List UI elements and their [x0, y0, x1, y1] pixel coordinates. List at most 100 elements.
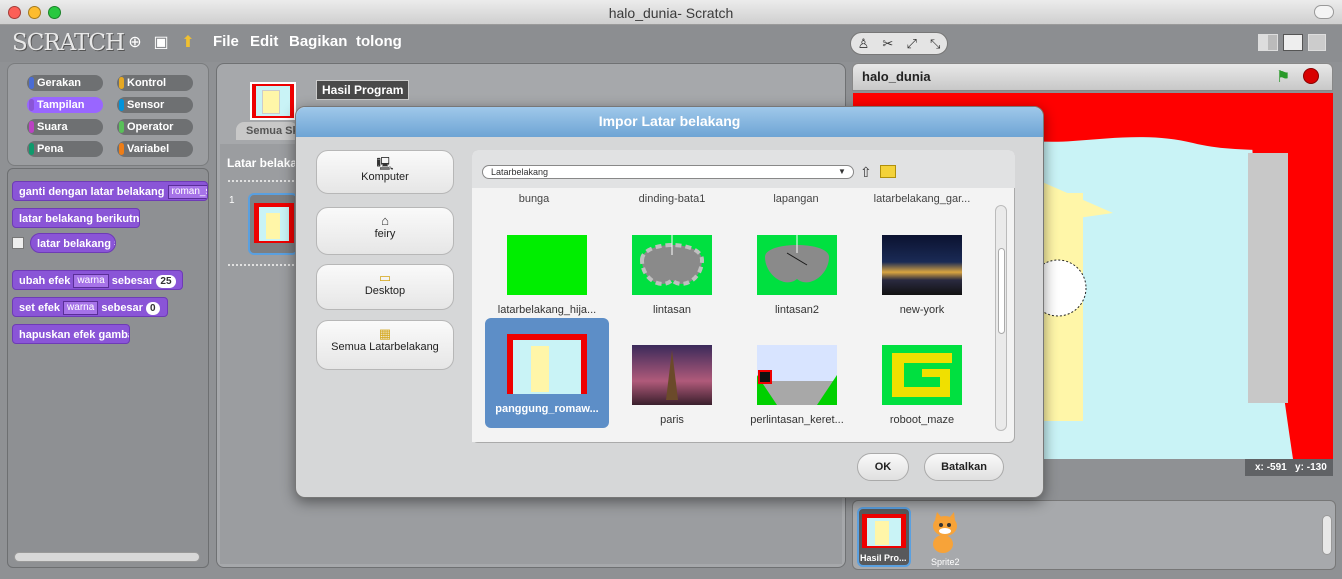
block-set-effect[interactable]: set efek warna sebesar 0 [12, 297, 168, 317]
file-label: lintasan [653, 304, 691, 316]
chevron-down-icon[interactable]: ▼ [834, 166, 850, 178]
file-item[interactable]: perlintasan_keret... [735, 329, 859, 437]
category-control[interactable]: Kontrol [117, 75, 193, 91]
file-label: perlintasan_keret... [750, 414, 844, 426]
sidebar-item-home[interactable]: ⌂ feiry [316, 207, 454, 255]
sidebar-label: feiry [374, 228, 396, 240]
stage-tools: ♙ ✂ ⤢ ⤡ [850, 32, 948, 55]
sprite-thumb-cat[interactable] [925, 512, 965, 556]
file-thumbnail [882, 345, 962, 405]
file-item[interactable]: roboot_maze [860, 329, 984, 437]
ok-button[interactable]: OK [857, 453, 909, 481]
category-pen[interactable]: Pena [27, 141, 103, 157]
file-item-selected[interactable]: panggung_romaw... [485, 318, 609, 428]
file-item[interactable]: new-york [860, 219, 984, 327]
category-label: Gerakan [37, 77, 82, 89]
block-change-effect[interactable]: ubah efek warna sebesar 25 [12, 270, 183, 290]
block-label: latar belakang # [37, 238, 116, 250]
menu-share[interactable]: Bagikan [289, 33, 347, 50]
effect-dropdown[interactable]: warna [63, 301, 99, 316]
block-switch-background[interactable]: ganti dengan latar belakang roman_stag [12, 181, 208, 201]
menu-help[interactable]: tolong [356, 33, 402, 50]
palette-scrollbar[interactable] [14, 552, 200, 562]
globe-icon[interactable]: ⊕ [125, 33, 145, 53]
category-looks[interactable]: Tampilan [27, 97, 103, 113]
file-label: lintasan2 [774, 304, 820, 316]
file-item[interactable]: latarbelakang_hija... [485, 219, 609, 327]
menu-edit[interactable]: Edit [250, 33, 278, 50]
new-folder-icon[interactable] [880, 165, 896, 178]
y-value: -130 [1306, 462, 1327, 473]
effect-dropdown[interactable]: warna [73, 274, 109, 289]
x-label: x: [1255, 462, 1264, 473]
category-operators[interactable]: Operator [117, 119, 193, 135]
green-flag-icon[interactable]: ⚑ [1276, 67, 1290, 87]
stamp-icon[interactable]: ♙ [858, 36, 870, 52]
blocks-palette [7, 168, 209, 568]
sprite-library-scrollbar[interactable] [1322, 515, 1332, 555]
block-label: sebesar [111, 275, 154, 287]
category-swatch [119, 99, 124, 111]
effect-amount-input[interactable]: 25 [156, 274, 176, 288]
shrink-icon[interactable]: ⤡ [930, 36, 940, 52]
background-thumbnail[interactable] [248, 193, 298, 255]
category-sensing[interactable]: Sensor [117, 97, 193, 113]
share-icon[interactable]: ⬆ [178, 33, 198, 53]
file-thumbnail [757, 235, 837, 295]
normal-stage-mode-button[interactable] [1283, 34, 1303, 51]
file-label[interactable]: dinding-bata1 [602, 193, 742, 205]
category-label: Variabel [127, 143, 170, 155]
file-label[interactable]: bunga [472, 193, 596, 205]
menu-file[interactable]: File [213, 33, 239, 50]
background-number-checkbox[interactable] [12, 237, 24, 249]
cat-sprite-icon [933, 512, 957, 553]
file-thumbnail [632, 235, 712, 295]
sidebar-item-all-backgrounds[interactable]: ▦ Semua Latarbelakang [316, 320, 454, 370]
file-label[interactable]: latarbelakang_gar... [847, 193, 992, 205]
cancel-button[interactable]: Batalkan [924, 453, 1004, 481]
block-label: ubah efek [19, 275, 71, 287]
folder-icon: ▭ [378, 270, 392, 285]
file-grid: bunga dinding-bata1 lapangan latarbelaka… [472, 188, 992, 442]
category-swatch [29, 77, 34, 89]
backgrounds-icon: ▦ [378, 326, 392, 341]
y-label: y: [1295, 462, 1304, 473]
sidebar-label: Semua Latarbelakang [331, 341, 439, 353]
folder-select[interactable]: Latarbelakang [482, 165, 854, 179]
category-motion[interactable]: Gerakan [27, 75, 103, 91]
sprite-name-field[interactable]: Hasil Program [316, 80, 410, 100]
file-label[interactable]: lapangan [734, 193, 858, 205]
dialog-title: Impor Latar belakang [598, 113, 741, 129]
up-folder-icon[interactable]: ⇧ [860, 164, 872, 181]
scissors-icon[interactable]: ✂ [882, 36, 893, 52]
block-label: ganti dengan latar belakang [19, 186, 165, 198]
block-next-background[interactable]: latar belakang berikutnya [12, 208, 140, 228]
presentation-mode-button[interactable] [1308, 34, 1326, 51]
scrollbar-thumb[interactable] [998, 248, 1005, 334]
background-dropdown[interactable]: roman_stag [167, 185, 207, 200]
sidebar-item-desktop[interactable]: ▭ Desktop [316, 264, 454, 310]
tab-scripts[interactable]: Semua Sk [236, 122, 298, 140]
background-number: 1 [229, 195, 235, 206]
small-stage-mode-button[interactable] [1258, 34, 1278, 51]
block-clear-effects[interactable]: hapuskan efek gambar [12, 324, 130, 344]
save-icon[interactable]: ▣ [151, 33, 171, 53]
file-label: roboot_maze [889, 414, 955, 426]
current-sprite-thumbnail [250, 82, 296, 120]
window-title: halo_dunia- Scratch [608, 5, 734, 21]
effect-value-input[interactable]: 0 [146, 301, 160, 315]
category-sound[interactable]: Suara [27, 119, 103, 135]
category-swatch [29, 121, 34, 133]
category-variables[interactable]: Variabel [117, 141, 193, 157]
file-item[interactable]: paris [610, 329, 734, 437]
file-item[interactable]: lintasan2 [735, 219, 859, 327]
sidebar-item-computer[interactable]: 🖳 Komputer [316, 150, 454, 194]
stop-sign-icon[interactable] [1303, 68, 1319, 84]
computer-icon: 🖳 [376, 156, 394, 171]
sidebar-label: Desktop [364, 285, 406, 297]
fullscreen-button[interactable] [1314, 5, 1334, 19]
block-background-number[interactable]: latar belakang # [30, 233, 116, 253]
grow-icon[interactable]: ⤢ [906, 36, 916, 52]
file-item[interactable]: lintasan [610, 219, 734, 327]
category-swatch [29, 143, 34, 155]
